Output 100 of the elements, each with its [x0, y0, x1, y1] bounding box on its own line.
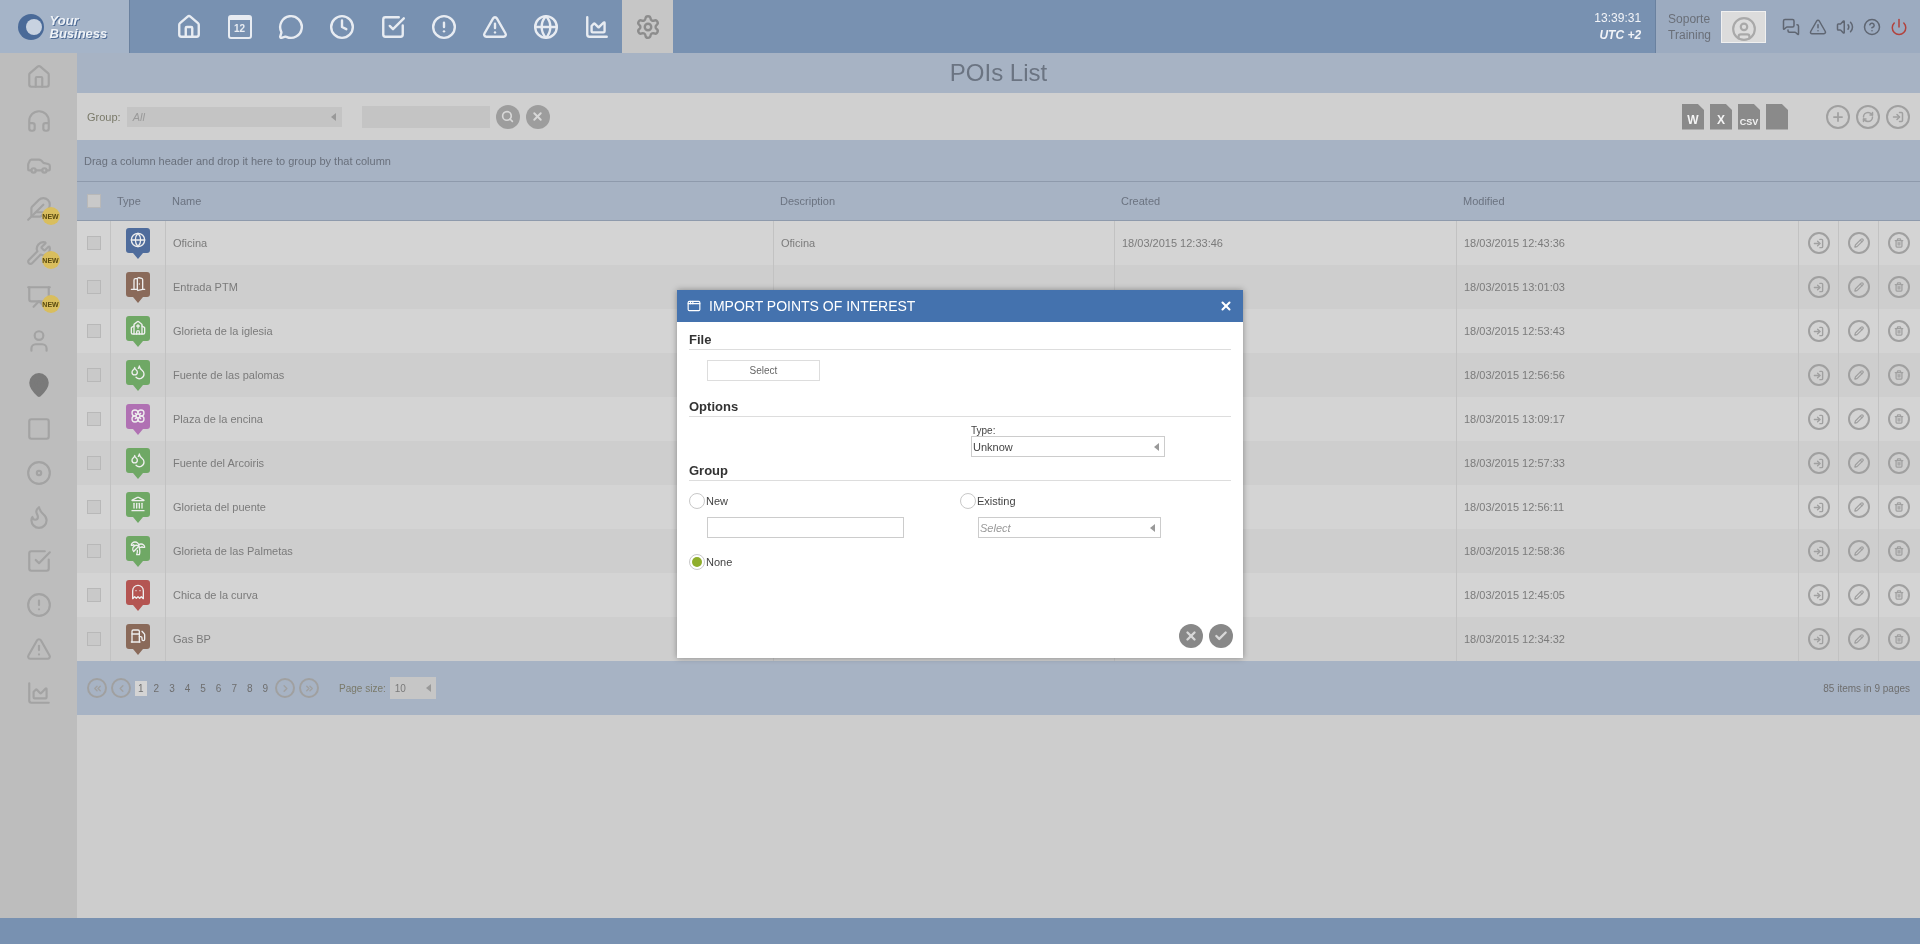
last-page-button[interactable] — [299, 678, 320, 698]
delete-button[interactable] — [1887, 320, 1910, 342]
confirm-button[interactable] — [1209, 624, 1233, 648]
page-link[interactable]: 9 — [259, 680, 272, 696]
page-link[interactable]: 1 — [135, 680, 147, 696]
trash-icon — [1893, 634, 1904, 644]
row-checkbox[interactable] — [87, 588, 101, 602]
delete-button[interactable] — [1887, 408, 1910, 430]
radio-button[interactable] — [960, 493, 976, 509]
column-header[interactable]: Created — [1114, 195, 1456, 207]
import-icon — [1892, 110, 1904, 123]
radio-button[interactable] — [689, 554, 705, 570]
open-button[interactable] — [1807, 540, 1830, 562]
new-group-field[interactable] — [707, 517, 904, 538]
open-button[interactable] — [1807, 232, 1830, 254]
nav-button[interactable]: 12 — [214, 0, 265, 53]
delete-button[interactable] — [1887, 496, 1910, 518]
trash-icon — [1893, 458, 1904, 468]
radio-button[interactable] — [689, 493, 705, 509]
next-page-button[interactable] — [275, 678, 296, 698]
export-file-icon[interactable]: X — [1710, 103, 1732, 130]
table-cell: Chica de la curva — [173, 589, 258, 601]
delete-button[interactable] — [1887, 364, 1910, 386]
alert-circle-icon — [430, 13, 457, 40]
edit-button[interactable] — [1847, 276, 1870, 298]
table-cell: 18/03/2015 12:34:32 — [1464, 633, 1565, 645]
chat-icon[interactable] — [1782, 17, 1800, 36]
row-checkbox[interactable] — [87, 500, 101, 514]
column-header[interactable]: Type — [110, 195, 165, 207]
open-button[interactable] — [1807, 584, 1830, 606]
row-checkbox[interactable] — [87, 412, 101, 426]
page-link[interactable]: 6 — [212, 680, 225, 696]
edit-button[interactable] — [1847, 540, 1870, 562]
edit-button[interactable] — [1847, 584, 1870, 606]
table-cell: Oficina — [173, 237, 208, 249]
cancel-button[interactable] — [1179, 624, 1203, 648]
pencil-icon — [1853, 634, 1864, 644]
open-button[interactable] — [1807, 276, 1830, 298]
open-button[interactable] — [1807, 408, 1830, 430]
select-all-checkbox[interactable] — [87, 194, 101, 208]
pdf-file-icon[interactable] — [1766, 103, 1788, 130]
globe-icon — [532, 13, 559, 40]
page-size-dropdown[interactable]: 10 — [389, 677, 436, 699]
page-link[interactable]: 8 — [243, 680, 256, 696]
existing-group-dropdown[interactable]: Select — [978, 517, 1161, 538]
edit-button[interactable] — [1847, 408, 1870, 430]
row-checkbox[interactable] — [87, 324, 101, 338]
open-button[interactable] — [1807, 452, 1830, 474]
help-icon[interactable] — [1863, 17, 1881, 36]
import-button[interactable] — [1886, 104, 1910, 129]
page-link[interactable]: 5 — [197, 680, 209, 696]
page-link[interactable]: 2 — [150, 680, 163, 696]
delete-button[interactable] — [1887, 232, 1910, 254]
pencil-icon — [1853, 414, 1864, 424]
trash-icon — [1893, 414, 1904, 424]
add-button[interactable] — [1826, 104, 1850, 129]
radio-option[interactable]: Existing — [960, 493, 1016, 509]
column-header[interactable]: Description — [773, 195, 1114, 207]
warning-icon[interactable] — [1809, 17, 1827, 36]
page-link[interactable]: 3 — [166, 680, 178, 696]
page-link[interactable]: 7 — [228, 680, 240, 696]
edit-button[interactable] — [1847, 452, 1870, 474]
export-file-icon[interactable]: CSV — [1738, 103, 1760, 130]
previous-page-button[interactable] — [111, 678, 131, 698]
page-link[interactable]: 4 — [181, 680, 194, 696]
edit-button[interactable] — [1847, 628, 1870, 650]
power-icon[interactable] — [1890, 17, 1908, 36]
refresh-button[interactable] — [1856, 104, 1880, 129]
delete-button[interactable] — [1887, 452, 1910, 474]
radio-option[interactable]: None — [689, 554, 733, 570]
delete-button[interactable] — [1887, 276, 1910, 298]
close-icon[interactable] — [1219, 299, 1233, 313]
row-checkbox[interactable] — [87, 236, 101, 250]
search-button[interactable] — [495, 104, 520, 129]
delete-button[interactable] — [1887, 628, 1910, 650]
radio-option[interactable]: New — [689, 493, 728, 509]
table-cell: Plaza de la encina — [173, 413, 263, 425]
column-header[interactable]: Name — [165, 195, 773, 207]
delete-button[interactable] — [1887, 584, 1910, 606]
export-file-icon[interactable]: W — [1682, 103, 1704, 130]
open-button[interactable] — [1807, 628, 1830, 650]
clear-button[interactable] — [525, 104, 550, 129]
type-dropdown[interactable]: Unknow — [971, 436, 1165, 457]
pencil-icon — [1853, 326, 1864, 336]
open-button[interactable] — [1807, 364, 1830, 386]
column-header[interactable]: Modified — [1456, 195, 1798, 207]
first-page-button[interactable] — [87, 678, 107, 698]
speaker-icon[interactable] — [1836, 17, 1854, 36]
delete-button[interactable] — [1887, 540, 1910, 562]
edit-button[interactable] — [1847, 364, 1870, 386]
edit-button[interactable] — [1847, 320, 1870, 342]
edit-button[interactable] — [1847, 496, 1870, 518]
close-icon — [531, 110, 545, 123]
nav-button[interactable] — [622, 0, 673, 53]
table-cell: 18/03/2015 13:09:17 — [1464, 413, 1565, 425]
select-file-button[interactable]: Select — [707, 360, 820, 381]
edit-button[interactable] — [1847, 232, 1870, 254]
avatar[interactable] — [1721, 10, 1766, 43]
open-button[interactable] — [1807, 496, 1830, 518]
open-button[interactable] — [1807, 320, 1830, 342]
